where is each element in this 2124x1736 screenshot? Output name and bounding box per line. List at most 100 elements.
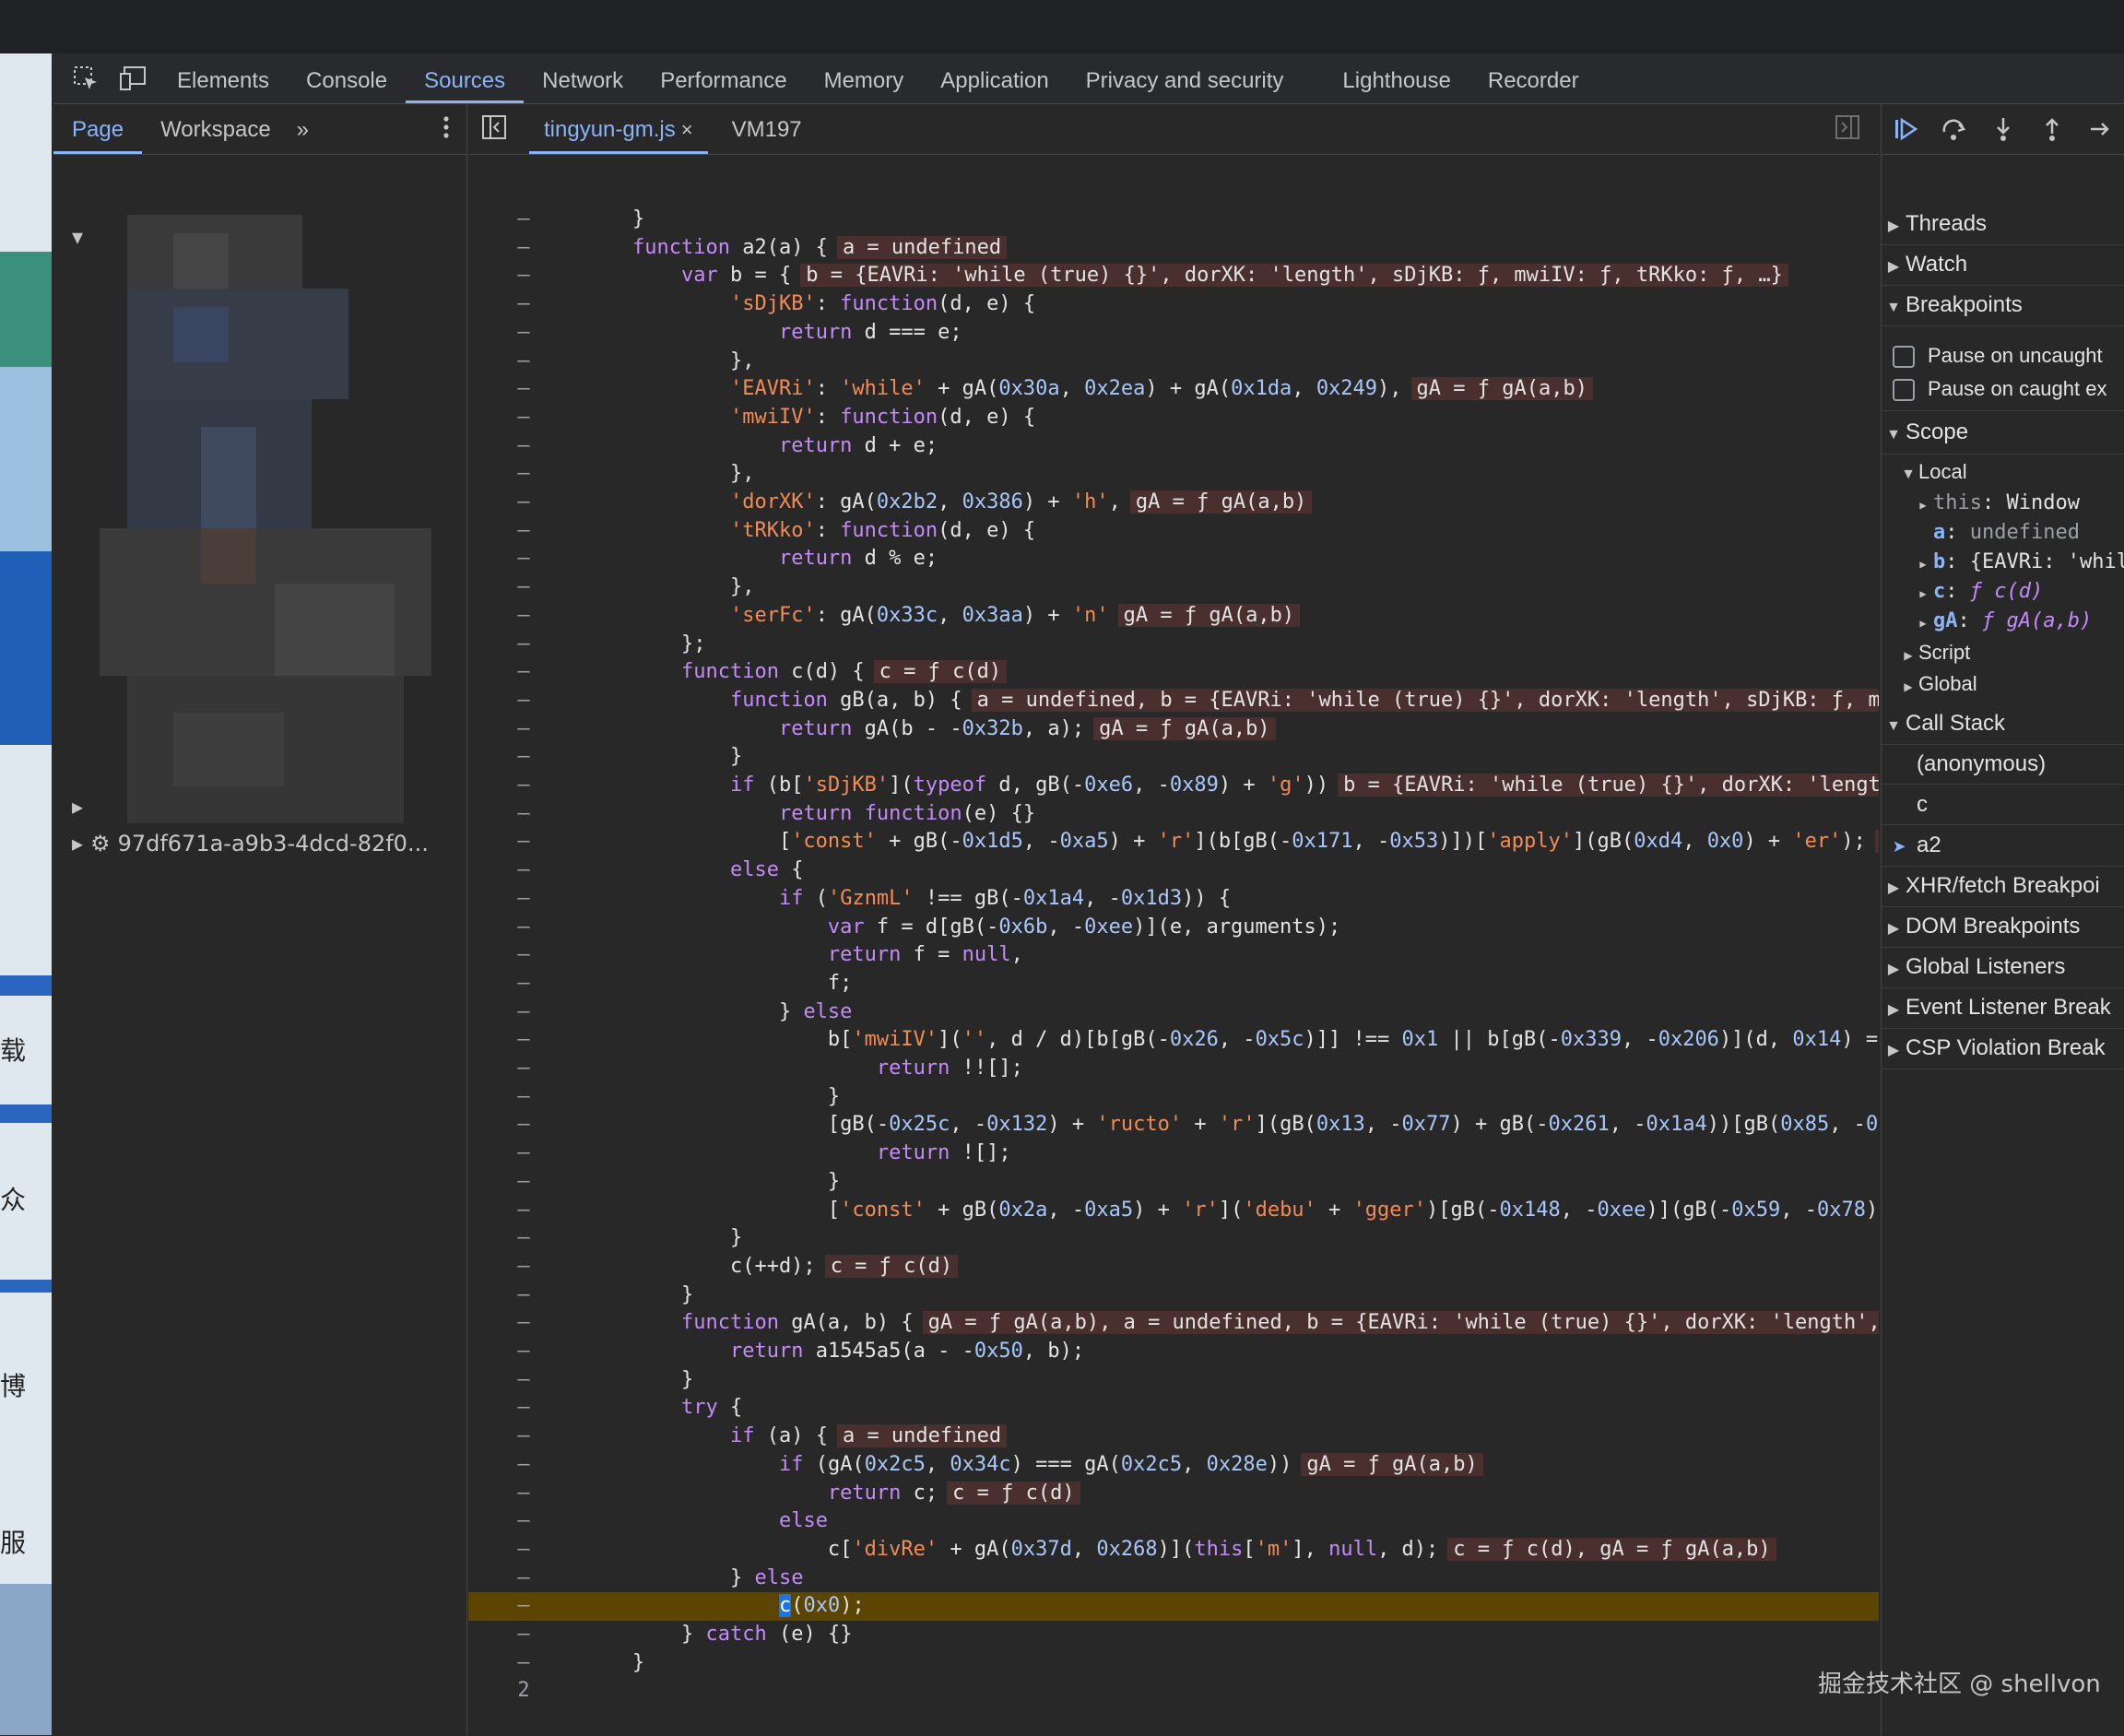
call-frame-current[interactable]: ➤ a2: [1882, 825, 2124, 867]
code-line[interactable]: – function a2(a) {a = undefined: [468, 234, 1879, 263]
scope-var-this[interactable]: ▶ this: Window: [1913, 491, 2080, 514]
tab-recorder[interactable]: Recorder: [1469, 53, 1598, 103]
line-number[interactable]: –: [468, 941, 579, 970]
code-line[interactable]: – }: [468, 1224, 1879, 1253]
xhr-breakpoints-section[interactable]: ▶ XHR/fetch Breakpoi: [1882, 866, 2124, 907]
tab-sources[interactable]: Sources: [406, 53, 525, 103]
line-number[interactable]: –: [468, 914, 579, 942]
code-line[interactable]: – },: [468, 573, 1879, 602]
code-line[interactable]: – if (b['sDjKB'](typeof d, gB(-0xe6, -0x…: [468, 772, 1879, 800]
scope-var-b[interactable]: ▶ b: {EAVRi: 'whil: [1913, 550, 2124, 573]
line-number[interactable]: –: [468, 348, 579, 376]
step-into-icon[interactable]: [1979, 104, 2028, 154]
tab-workspace[interactable]: Workspace: [142, 104, 289, 154]
csp-violation-breakpoints-section[interactable]: ▶ CSP Violation Break: [1882, 1028, 2124, 1069]
code-line[interactable]: 2: [468, 1677, 1879, 1706]
code-line[interactable]: – return c; c = ƒ c(d): [468, 1480, 1879, 1508]
line-number[interactable]: –: [468, 1224, 579, 1253]
code-line[interactable]: – return ![];: [468, 1140, 1879, 1168]
line-number[interactable]: –: [468, 631, 579, 659]
line-number[interactable]: –: [468, 1480, 579, 1508]
code-line[interactable]: – },: [468, 460, 1879, 489]
tree-item-domain[interactable]: ▸ ⚙ 97df671a-a9b3-4dcd-82f0...: [72, 831, 429, 856]
pause-caught-checkbox[interactable]: [1893, 379, 1915, 402]
code-lines[interactable]: –} – function a2(a) {a = undefined – var b …: [468, 206, 1879, 1736]
line-number[interactable]: –: [468, 404, 579, 432]
code-line[interactable]: – else: [468, 1507, 1879, 1536]
line-number[interactable]: 2: [468, 1677, 579, 1706]
code-line[interactable]: – } catch (e) {}: [468, 1621, 1879, 1649]
tab-page[interactable]: Page: [53, 104, 143, 154]
line-number[interactable]: –: [468, 828, 579, 856]
step-out-icon[interactable]: [2027, 104, 2076, 154]
line-number[interactable]: –: [468, 1309, 579, 1338]
code-line[interactable]: – return gA(b - -0x32b, a); gA = ƒ gA(a,b…: [468, 715, 1879, 744]
line-number[interactable]: –: [468, 1111, 579, 1140]
tab-privacy-security[interactable]: Privacy and security: [1068, 53, 1303, 103]
code-line[interactable]: – 'EAVRi': 'while' + gA(0x30a, 0x2ea) + …: [468, 375, 1879, 404]
code-line[interactable]: – f;: [468, 970, 1879, 998]
scope-global[interactable]: ▶ Global: [1898, 672, 1976, 696]
device-toolbar-icon[interactable]: [118, 63, 149, 94]
code-line[interactable]: – function gA(a, b) {gA = ƒ gA(a,b), a =…: [468, 1309, 1879, 1338]
code-line[interactable]: – return a1545a5(a - -0x50, b);: [468, 1338, 1879, 1366]
line-number[interactable]: –: [468, 1565, 579, 1593]
pause-caught-option[interactable]: Pause on caught ex: [1893, 377, 2106, 402]
code-line[interactable]: – }: [468, 1083, 1879, 1112]
code-line[interactable]: –}: [468, 206, 1879, 234]
line-number[interactable]: –: [468, 1592, 579, 1621]
code-line[interactable]: – try {: [468, 1394, 1879, 1423]
tab-elements[interactable]: Elements: [159, 53, 288, 103]
code-line[interactable]: – b['mwiIV']('', d / d)[b[gB(-0x26, -0x5…: [468, 1026, 1879, 1055]
line-number[interactable]: –: [468, 1649, 579, 1678]
scope-script[interactable]: ▶ Script: [1898, 641, 1970, 665]
code-line[interactable]: –}: [468, 1649, 1879, 1678]
code-line[interactable]: – }: [468, 1168, 1879, 1197]
code-line[interactable]: – if ('GznmL' !== gB(-0x1a4, -0x1d3)) {: [468, 885, 1879, 914]
line-number[interactable]: –: [468, 1394, 579, 1423]
close-tab-icon[interactable]: ×: [681, 118, 693, 141]
tree-collapse-icon[interactable]: ▸: [72, 794, 83, 820]
tab-lighthouse[interactable]: Lighthouse: [1324, 53, 1469, 103]
tab-performance[interactable]: Performance: [642, 53, 805, 103]
code-line[interactable]: – c['divRe' + gA(0x37d, 0x268)](this['m'…: [468, 1536, 1879, 1565]
line-number[interactable]: –: [468, 290, 579, 319]
code-line[interactable]: – }: [468, 1281, 1879, 1310]
scope-var-a[interactable]: a: undefined: [1913, 521, 2080, 544]
inspect-element-icon[interactable]: [70, 63, 101, 94]
scope-section[interactable]: ▼ Scope: [1882, 410, 2124, 455]
tab-console[interactable]: Console: [288, 53, 406, 103]
code-line[interactable]: – };: [468, 631, 1879, 659]
code-line[interactable]: – 'sDjKB': function(d, e) {: [468, 290, 1879, 319]
resume-icon[interactable]: [1882, 104, 1930, 154]
code-line[interactable]: – } else: [468, 998, 1879, 1027]
code-line[interactable]: – return !![];: [468, 1055, 1879, 1083]
code-line[interactable]: – return function(e) {}: [468, 800, 1879, 829]
code-line[interactable]: – ['const' + gB(0x2a, -0xa5) + 'r']('deb…: [468, 1197, 1879, 1225]
navigator-menu-icon[interactable]: [442, 115, 450, 144]
tab-memory[interactable]: Memory: [806, 53, 923, 103]
pause-uncaught-option[interactable]: Pause on uncaught: [1893, 344, 2103, 369]
event-listener-breakpoints-section[interactable]: ▶ Event Listener Break: [1882, 987, 2124, 1029]
line-number[interactable]: –: [468, 1197, 579, 1225]
line-number[interactable]: –: [468, 517, 579, 546]
call-frame[interactable]: c: [1882, 785, 2124, 825]
line-number[interactable]: –: [468, 375, 579, 404]
code-line[interactable]: – },: [468, 348, 1879, 376]
code-line-paused[interactable]: – c(0x0);: [468, 1592, 1879, 1621]
tab-application[interactable]: Application: [922, 53, 1067, 103]
code-line[interactable]: – var b = {b = {EAVRi: 'while (true) {}'…: [468, 262, 1879, 290]
code-line[interactable]: – 'tRKko': function(d, e) {: [468, 517, 1879, 546]
file-tab-vm197[interactable]: VM197: [717, 104, 817, 154]
line-number[interactable]: –: [468, 1253, 579, 1281]
code-line[interactable]: – return d === e;: [468, 319, 1879, 348]
line-number[interactable]: –: [468, 545, 579, 573]
step-icon[interactable]: [2076, 104, 2124, 154]
code-line[interactable]: – 'dorXK': gA(0x2b2, 0x386) + 'h', gA = ƒ…: [468, 489, 1879, 517]
line-number[interactable]: –: [468, 772, 579, 800]
line-number[interactable]: –: [468, 998, 579, 1027]
code-line[interactable]: – }: [468, 743, 1879, 772]
line-number[interactable]: –: [468, 1140, 579, 1168]
code-line[interactable]: – ['const' + gB(-0x1d5, -0xa5) + 'r'](b[…: [468, 828, 1879, 856]
line-number[interactable]: –: [468, 206, 579, 234]
